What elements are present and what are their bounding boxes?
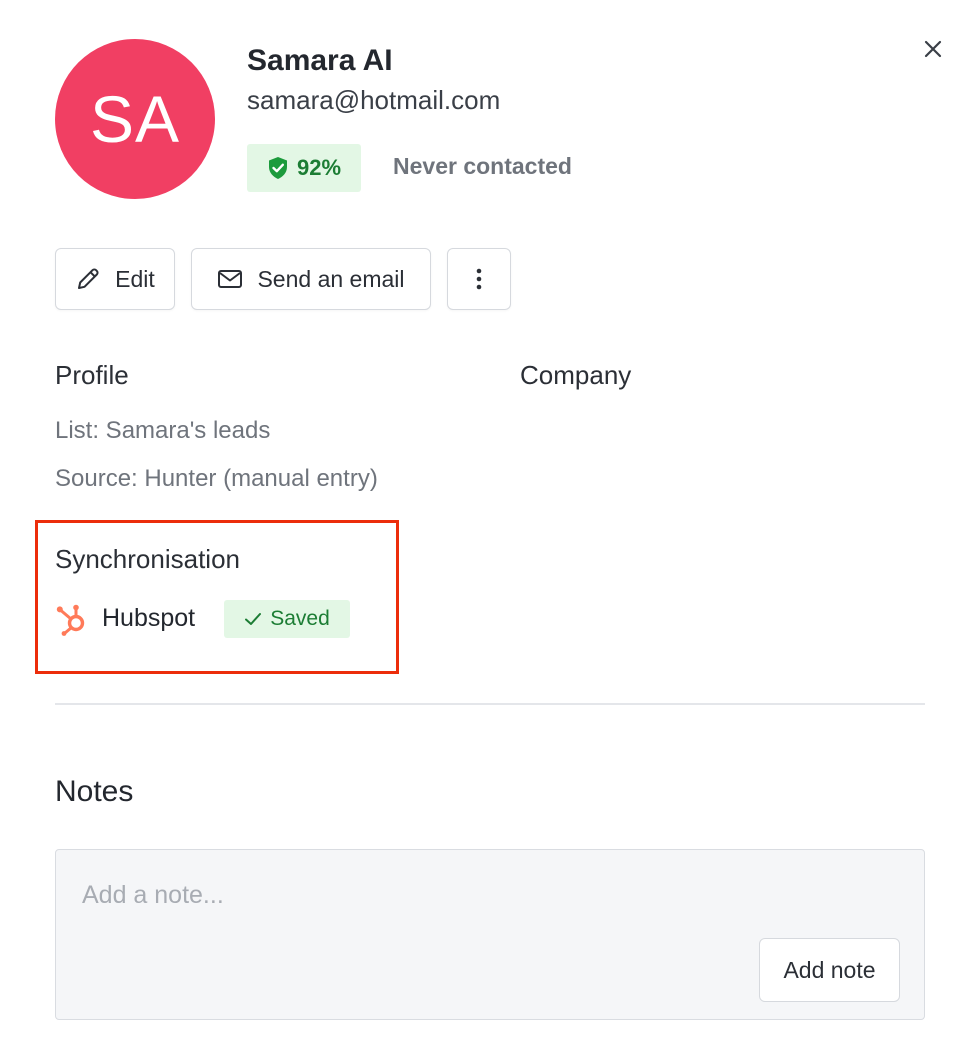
contact-status: Never contacted	[393, 153, 572, 179]
envelope-icon	[218, 270, 243, 288]
add-note-label: Add note	[783, 956, 876, 983]
close-button[interactable]	[918, 34, 948, 64]
contact-name: Samara AI	[247, 44, 393, 77]
notes-heading: Notes	[55, 775, 134, 808]
notes-editor: Add note	[55, 849, 925, 1020]
contact-detail-panel: SA Samara AI samara@hotmail.com 92% Neve…	[0, 0, 956, 1058]
more-actions-button[interactable]	[447, 248, 511, 310]
verification-score-badge: 92%	[247, 144, 361, 192]
send-email-label: Send an email	[257, 265, 405, 292]
send-email-button[interactable]: Send an email	[191, 248, 431, 310]
contact-email: samara@hotmail.com	[247, 85, 501, 115]
score-value: 92%	[296, 155, 342, 180]
edit-label: Edit	[115, 265, 155, 292]
more-vertical-icon	[476, 268, 482, 290]
section-divider	[55, 703, 925, 705]
sync-service-label: Hubspot	[102, 604, 196, 632]
sync-status-badge: Saved	[224, 600, 350, 638]
avatar-initials: SA	[89, 82, 181, 156]
company-heading: Company	[520, 360, 632, 390]
shield-check-icon	[268, 157, 287, 179]
synchronisation-heading: Synchronisation	[55, 544, 240, 574]
add-note-button[interactable]: Add note	[759, 938, 900, 1002]
check-icon	[245, 613, 262, 625]
note-input[interactable]	[82, 878, 722, 912]
avatar: SA	[55, 39, 215, 199]
profile-source: Source: Hunter (manual entry)	[55, 465, 378, 492]
hubspot-logo-icon	[56, 604, 85, 636]
sync-status-label: Saved	[270, 607, 330, 630]
edit-button[interactable]: Edit	[55, 248, 175, 310]
profile-list: List: Samara's leads	[55, 417, 271, 444]
pencil-icon	[78, 268, 99, 289]
close-icon	[924, 40, 942, 58]
profile-heading: Profile	[55, 360, 129, 390]
